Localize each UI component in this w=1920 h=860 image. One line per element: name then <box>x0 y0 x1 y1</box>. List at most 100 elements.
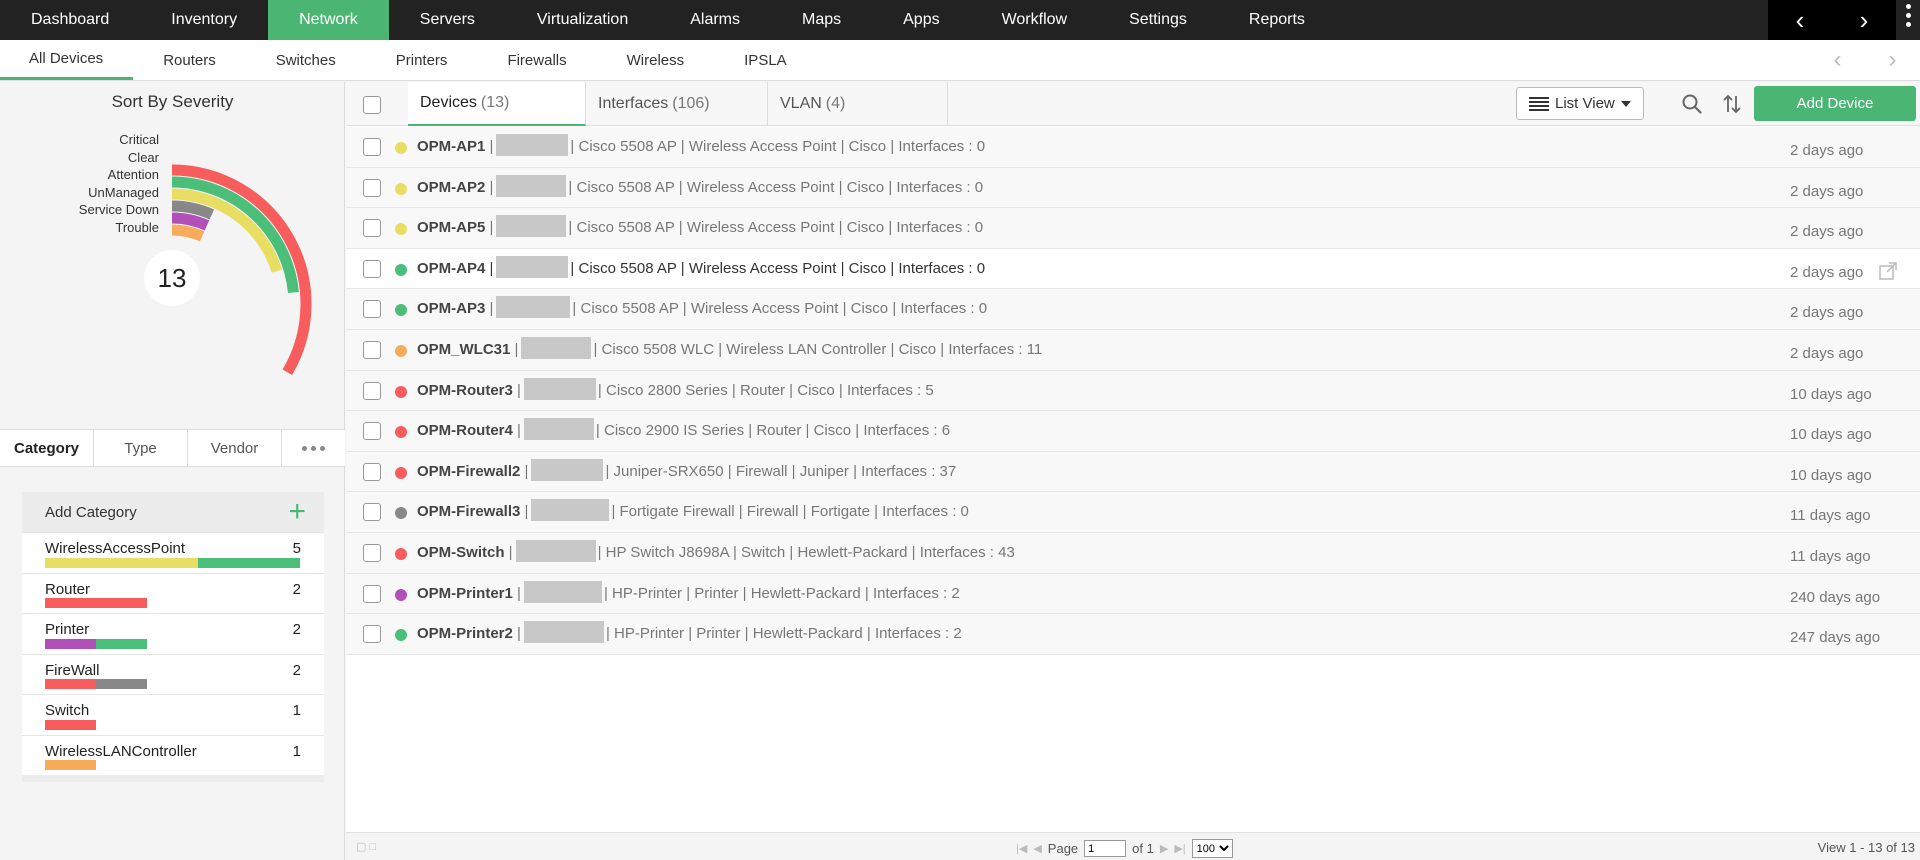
device-name-link[interactable]: OPM-AP5 <box>417 219 485 236</box>
tab-category[interactable]: Category <box>0 430 94 466</box>
select-all-checkbox[interactable] <box>363 96 381 114</box>
subnav-prev-arrow-icon[interactable]: ‹ <box>1834 46 1842 74</box>
device-name-link[interactable]: OPM-AP2 <box>417 179 485 196</box>
device-row[interactable]: OPM-AP1 | | Cisco 5508 AP | Wireless Acce… <box>346 127 1920 168</box>
prev-page-icon[interactable]: ◀ <box>1033 842 1041 855</box>
nav-item-alarms[interactable]: Alarms <box>659 0 771 40</box>
device-name-link[interactable]: OPM-Router4 <box>417 422 513 439</box>
footer-export-icon[interactable]: ▢ □ <box>356 840 376 853</box>
device-checkbox[interactable] <box>363 625 381 644</box>
device-checkbox[interactable] <box>363 138 381 156</box>
device-row[interactable]: OPM-Router3 | | Cisco 2800 Series | Route… <box>346 370 1920 412</box>
category-more-icon[interactable] <box>282 430 345 466</box>
tab-vendor[interactable]: Vendor <box>188 430 282 466</box>
add-device-button[interactable]: Add Device <box>1754 86 1916 121</box>
subnav-item-firewalls[interactable]: Firewalls <box>477 40 596 80</box>
device-name-link[interactable]: OPM-Firewall2 <box>417 463 520 480</box>
page-number-input[interactable] <box>1084 840 1127 857</box>
device-row[interactable]: OPM-AP5 | | Cisco 5508 AP | Wireless Acce… <box>346 208 1920 249</box>
device-name-link[interactable]: OPM-Switch <box>417 544 505 561</box>
category-row[interactable]: Printer 2 <box>22 613 324 654</box>
device-name-link[interactable]: OPM-Printer2 <box>417 625 513 642</box>
subnav-item-switches[interactable]: Switches <box>246 40 366 80</box>
subnav-item-routers[interactable]: Routers <box>133 40 246 80</box>
device-name-link[interactable]: OPM-AP1 <box>417 138 485 155</box>
list-view-dropdown[interactable]: List View <box>1516 87 1644 120</box>
device-row[interactable]: OPM-AP4 | | Cisco 5508 AP | Wireless Acce… <box>346 248 1920 290</box>
device-checkbox[interactable] <box>363 584 381 603</box>
severity-legend-service-down[interactable]: Service Down <box>79 201 159 219</box>
nav-prev-arrow-icon[interactable]: ‹ <box>1796 7 1805 33</box>
first-page-icon[interactable]: |◀ <box>1016 842 1027 855</box>
device-checkbox[interactable] <box>363 300 381 319</box>
sort-icon[interactable] <box>1721 93 1743 115</box>
category-row[interactable]: FireWall 2 <box>22 653 324 694</box>
tab-vlan[interactable]: VLAN (4) <box>768 82 948 126</box>
device-row[interactable]: OPM-Firewall2 | | Juniper-SRX650 | Firewa… <box>346 451 1920 493</box>
severity-legend-clear[interactable]: Clear <box>79 149 159 167</box>
severity-arc-trouble[interactable] <box>171 224 205 242</box>
search-icon[interactable] <box>1681 93 1703 115</box>
device-row[interactable]: OPM-Switch | | HP Switch J8698A | Switch … <box>346 532 1920 574</box>
device-checkbox[interactable] <box>363 178 381 197</box>
subnav-next-arrow-icon[interactable]: › <box>1889 46 1897 74</box>
device-name-link[interactable]: OPM_WLC31 <box>417 341 510 358</box>
tab-devices[interactable]: Devices (13) <box>408 82 586 126</box>
nav-item-workflow[interactable]: Workflow <box>971 0 1099 40</box>
severity-legend-unmanaged[interactable]: UnManaged <box>79 184 159 202</box>
device-row[interactable]: OPM_WLC31 | | Cisco 5508 WLC | Wireless L… <box>346 329 1920 371</box>
device-checkbox[interactable] <box>363 219 381 238</box>
device-row[interactable]: OPM-AP2 | | Cisco 5508 AP | Wireless Acce… <box>346 167 1920 209</box>
nav-item-virtualization[interactable]: Virtualization <box>506 0 659 40</box>
device-row[interactable]: OPM-Router4 | | Cisco 2900 IS Series | Ro… <box>346 411 1920 452</box>
nav-item-maps[interactable]: Maps <box>771 0 872 40</box>
severity-legend-trouble[interactable]: Trouble <box>79 219 159 237</box>
nav-item-servers[interactable]: Servers <box>389 0 506 40</box>
device-checkbox[interactable] <box>363 503 381 522</box>
add-category-row[interactable]: Add Category + <box>22 492 324 532</box>
device-checkbox[interactable] <box>363 462 381 481</box>
add-category-plus-icon[interactable]: + <box>288 497 306 527</box>
device-checkbox[interactable] <box>363 543 381 562</box>
device-checkbox[interactable] <box>363 381 381 400</box>
next-page-icon[interactable]: ▶ <box>1160 842 1168 855</box>
category-row[interactable]: Router 2 <box>22 572 324 613</box>
device-checkbox[interactable] <box>363 340 381 359</box>
device-name-link[interactable]: OPM-Router3 <box>417 382 513 399</box>
device-name-link[interactable]: OPM-AP3 <box>417 300 485 317</box>
per-page-select[interactable]: 100 <box>1191 839 1233 858</box>
severity-legend-critical[interactable]: Critical <box>79 131 159 149</box>
nav-item-inventory[interactable]: Inventory <box>140 0 268 40</box>
tab-interfaces[interactable]: Interfaces (106) <box>586 82 768 126</box>
severity-legend-attention[interactable]: Attention <box>79 166 159 184</box>
nav-item-apps[interactable]: Apps <box>872 0 970 40</box>
more-menu-icon[interactable] <box>1902 4 1914 27</box>
nav-item-network[interactable]: Network <box>268 0 389 40</box>
device-row[interactable]: OPM-Printer1 | | HP-Printer | Printer | H… <box>346 573 1920 615</box>
nav-item-reports[interactable]: Reports <box>1218 0 1336 40</box>
nav-next-arrow-icon[interactable]: › <box>1860 7 1869 33</box>
device-row[interactable]: OPM-Printer2 | | HP-Printer | Printer | H… <box>346 614 1920 655</box>
tab-type[interactable]: Type <box>94 430 188 466</box>
subnav-item-ipsla[interactable]: IPSLA <box>714 40 817 80</box>
subnav-item-all-devices[interactable]: All Devices <box>0 40 134 80</box>
device-row[interactable]: OPM-AP3 | | Cisco 5508 AP | Wireless Acce… <box>346 289 1920 330</box>
subnav-item-wireless[interactable]: Wireless <box>597 40 715 80</box>
device-name-link[interactable]: OPM-AP4 <box>417 260 485 277</box>
severity-total-count[interactable]: 13 <box>144 250 200 306</box>
device-name-link[interactable]: OPM-Printer1 <box>417 585 513 602</box>
category-row[interactable]: WirelessAccessPoint 5 <box>22 532 324 573</box>
severity-arc-service-down[interactable] <box>171 212 210 231</box>
device-checkbox[interactable] <box>363 422 381 441</box>
nav-item-dashboard[interactable]: Dashboard <box>0 0 140 40</box>
last-page-icon[interactable]: ▶| <box>1174 842 1185 855</box>
device-checkbox[interactable] <box>363 259 381 278</box>
category-row[interactable]: WirelessLANController 1 <box>22 734 324 775</box>
category-bar-segment <box>45 638 96 649</box>
device-row[interactable]: OPM-Firewall3 | | Fortigate Firewall | Fi… <box>346 492 1920 533</box>
nav-item-settings[interactable]: Settings <box>1098 0 1218 40</box>
subnav-item-printers[interactable]: Printers <box>366 40 478 80</box>
category-row[interactable]: Switch 1 <box>22 694 324 735</box>
device-name-link[interactable]: OPM-Firewall3 <box>417 503 520 520</box>
open-external-icon[interactable] <box>1878 261 1898 281</box>
